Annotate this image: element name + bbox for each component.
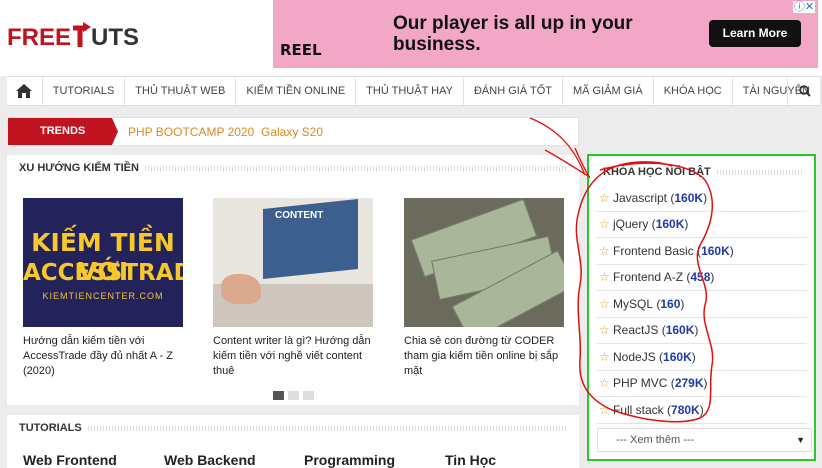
nav-item-thu-thuat-hay[interactable]: THỦ THUẬT HAY: [356, 77, 464, 105]
star-icon: ☆: [599, 243, 610, 258]
carousel-dot[interactable]: [288, 391, 299, 400]
ad-info-close-icon[interactable]: ⓘ✕: [793, 1, 815, 13]
trends-label: TRENDS: [8, 118, 118, 145]
nav-item-danh-gia-tot[interactable]: ĐÁNH GIÁ TỐT: [464, 77, 563, 105]
thumb-text: CONTENT: [275, 210, 324, 221]
star-icon: ☆: [599, 217, 610, 232]
carousel-pagination: [273, 391, 314, 400]
hand-image: [221, 274, 261, 304]
tutorial-category[interactable]: Tin Học: [445, 452, 496, 468]
featured-courses-title: KHÓA HỌC NỔI BẬT: [603, 166, 715, 178]
thumb-text: KIEMTIENCENTER.COM: [42, 291, 164, 301]
course-name: MySQL: [613, 296, 654, 311]
article-title[interactable]: Content writer là gì? Hướng dẫn kiếm tiề…: [213, 334, 373, 379]
course-item[interactable]: ☆ jQuery (160K): [597, 212, 807, 238]
tutorial-category[interactable]: Web Frontend: [23, 452, 117, 468]
main-nav: TUTORIALS THỦ THUẬT WEB KIẾM TIỀN ONLINE…: [7, 76, 821, 106]
course-name: Frontend A-Z: [613, 270, 684, 285]
nav-item-khoa-hoc[interactable]: KHÓA HỌC: [654, 77, 733, 105]
star-icon: ☆: [599, 270, 610, 285]
course-count: 279K: [674, 376, 704, 391]
nav-item-tutorials[interactable]: TUTORIALS: [43, 77, 126, 105]
course-item[interactable]: ☆ MySQL (160): [597, 291, 807, 318]
star-icon: ☆: [599, 349, 610, 364]
tutorials-section: TUTORIALS Web Frontend Web Backend Progr…: [7, 415, 579, 468]
search-icon[interactable]: [787, 77, 821, 105]
course-item[interactable]: ☆ Javascript (160K): [597, 185, 807, 212]
trend-link-php-bootcamp[interactable]: PHP BOOTCAMP 2020: [128, 125, 254, 139]
tutorial-category[interactable]: Programming: [304, 452, 395, 468]
ad-brand-logo: REEL: [280, 41, 322, 59]
site-header: FREE UTS Our player is all up in your bus…: [0, 0, 822, 76]
course-count: 780K: [671, 402, 700, 417]
course-name: Full stack: [613, 402, 664, 417]
article-thumbnail[interactable]: KIẾM TIỀN VỚI ACCESSTRADE KIEMTIENCENTER…: [23, 198, 183, 327]
course-count: 458: [690, 270, 711, 285]
article-thumbnail[interactable]: CONTENT: [213, 198, 373, 327]
course-item[interactable]: ☆ Full stack (780K): [597, 397, 807, 424]
course-item[interactable]: ☆ Frontend Basic (160K): [597, 238, 807, 265]
course-count: 160: [660, 296, 681, 311]
tutorial-category[interactable]: Web Backend: [164, 452, 256, 468]
star-icon: ☆: [599, 323, 610, 338]
course-name: Frontend Basic: [613, 243, 694, 258]
article-thumbnail[interactable]: [404, 198, 564, 327]
course-count: 160K: [663, 349, 692, 364]
more-courses-select-label: --- Xem thêm ---: [616, 434, 695, 446]
article-card[interactable]: CONTENT Content writer là gì? Hướng dẫn …: [213, 198, 373, 379]
nav-item-thu-thuat-web[interactable]: THỦ THUẬT WEB: [125, 77, 237, 105]
logo-t-mark-icon: [71, 22, 92, 48]
star-icon: ☆: [599, 190, 610, 205]
carousel-dot[interactable]: [303, 391, 314, 400]
featured-courses-widget: KHÓA HỌC NỔI BẬT ☆ Javascript (160K) ☆ jQu…: [587, 154, 816, 461]
more-courses-select[interactable]: --- Xem thêm --- ▼: [597, 428, 812, 452]
course-item[interactable]: ☆ NodeJS (160K): [597, 344, 807, 371]
earn-section: XU HƯỚNG KIẾM TIỀN KIẾM TIỀN VỚI ACCESST…: [7, 155, 579, 405]
article-card[interactable]: KIẾM TIỀN VỚI ACCESSTRADE KIEMTIENCENTER…: [23, 198, 183, 379]
logo-free-text: FREE: [7, 24, 72, 51]
chevron-down-icon: ▼: [796, 435, 805, 445]
star-icon: ☆: [599, 402, 610, 417]
course-count: 160K: [674, 190, 704, 205]
course-name: jQuery: [613, 217, 649, 232]
star-icon: ☆: [599, 376, 610, 391]
course-count: 160K: [665, 323, 695, 338]
earn-section-title: XU HƯỚNG KIẾM TIỀN: [19, 162, 145, 174]
site-logo[interactable]: FREE UTS: [7, 22, 139, 52]
thumb-text: ACCESSTRADE: [23, 260, 183, 286]
article-title[interactable]: Chia sẻ con đường từ CODER tham gia kiếm…: [404, 334, 564, 379]
carousel-dot[interactable]: [273, 391, 284, 400]
course-name: PHP MVC: [613, 376, 668, 391]
tutorials-section-title: TUTORIALS: [19, 422, 88, 434]
course-name: ReactJS: [613, 323, 659, 338]
trend-link-galaxy-s20[interactable]: Galaxy S20: [261, 125, 323, 139]
article-card[interactable]: Chia sẻ con đường từ CODER tham gia kiếm…: [404, 198, 564, 379]
course-item[interactable]: ☆ PHP MVC (279K): [597, 371, 807, 397]
course-item[interactable]: ☆ Frontend A-Z (458): [597, 265, 807, 291]
trends-bar: TRENDS PHP BOOTCAMP 2020 Galaxy S20: [7, 117, 579, 146]
course-name: Javascript: [613, 190, 668, 205]
section-divider: [19, 426, 567, 431]
nav-item-kiem-tien-online[interactable]: KIẾM TIỀN ONLINE: [236, 77, 357, 105]
course-count: 160K: [655, 217, 685, 232]
ad-learn-more-button[interactable]: Learn More: [709, 20, 801, 47]
page: FREE UTS Our player is all up in your bus…: [0, 0, 822, 468]
course-list: ☆ Javascript (160K) ☆ jQuery (160K) ☆ Front…: [597, 185, 807, 424]
course-count: 160K: [701, 243, 730, 258]
nav-item-ma-giam-gia[interactable]: MÃ GIẢM GIÁ: [563, 77, 654, 105]
star-icon: ☆: [599, 296, 610, 311]
home-icon[interactable]: [7, 77, 43, 105]
ad-banner[interactable]: Our player is all up in your business. L…: [273, 0, 818, 68]
ad-headline: Our player is all up in your business.: [393, 13, 633, 55]
article-title[interactable]: Hướng dẫn kiếm tiền với AccessTrade đầy …: [23, 334, 183, 379]
course-item[interactable]: ☆ ReactJS (160K): [597, 318, 807, 344]
course-name: NodeJS: [613, 349, 656, 364]
logo-tuts-text: UTS: [91, 24, 140, 51]
